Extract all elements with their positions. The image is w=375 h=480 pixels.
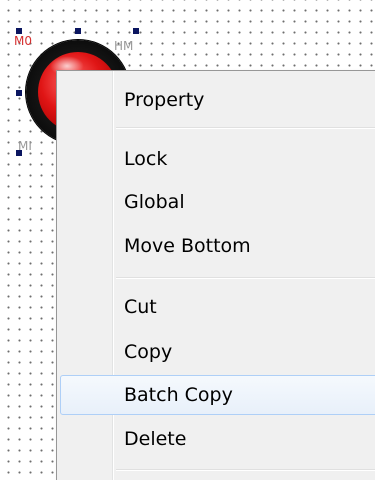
menu-item-batch-copy[interactable]: Batch Copy — [60, 375, 375, 415]
menu-item-global[interactable]: Global — [60, 182, 375, 222]
menu-item-delete[interactable]: Delete — [60, 419, 375, 459]
selection-handle-top-center[interactable] — [75, 28, 81, 34]
menu-item-move-bottom-label: Move Bottom — [124, 235, 251, 257]
menu-separator — [116, 127, 375, 129]
menu-item-lock[interactable]: Lock — [60, 139, 375, 179]
menu-separator — [116, 469, 375, 471]
menu-item-move-bottom[interactable]: Move Bottom — [60, 226, 375, 266]
menu-item-copy-label: Copy — [124, 341, 173, 363]
widget-right-label: HM — [114, 39, 134, 53]
menu-item-copy[interactable]: Copy — [60, 332, 375, 372]
menu-separator — [116, 277, 375, 279]
selection-handle-top-left[interactable] — [16, 28, 22, 34]
widget-name-label: M0 — [14, 34, 32, 48]
menu-item-batch-copy-label: Batch Copy — [124, 384, 233, 406]
menu-item-cut[interactable]: Cut — [60, 287, 375, 327]
selection-handle-top-right[interactable] — [133, 28, 139, 34]
menu-item-cut-label: Cut — [124, 296, 157, 318]
menu-item-global-label: Global — [124, 191, 185, 213]
context-menu: Property Lock Global Move Bottom Cut Cop… — [56, 70, 375, 480]
menu-item-delete-label: Delete — [124, 428, 187, 450]
selection-handle-middle-left[interactable] — [16, 90, 22, 96]
selection-handle-bottom-left[interactable] — [16, 150, 22, 156]
menu-item-property-label: Property — [124, 89, 205, 111]
menu-item-property[interactable]: Property — [60, 80, 375, 120]
menu-item-lock-label: Lock — [124, 148, 168, 170]
